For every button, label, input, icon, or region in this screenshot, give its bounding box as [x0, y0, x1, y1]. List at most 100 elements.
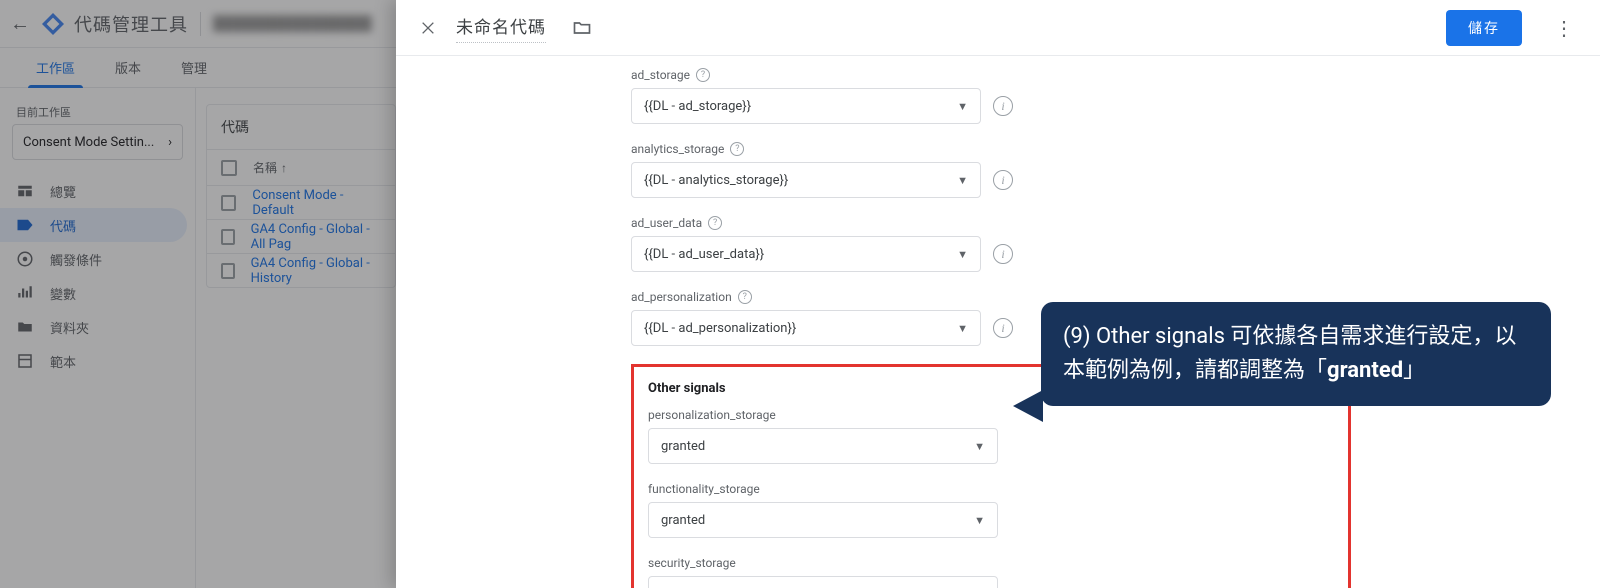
tab-versions: 版本	[95, 48, 161, 87]
checkbox-icon	[221, 160, 237, 176]
folder-icon[interactable]	[572, 18, 592, 38]
account-name-blurred: ████████████████	[213, 15, 372, 32]
select-personalization-storage[interactable]: granted ▼	[648, 428, 998, 464]
callout-text-pre: (9) Other signals 可依據各自需求進行設定，以本範例為例，請都調…	[1063, 324, 1516, 383]
workspace-selected: Consent Mode Settin...	[23, 135, 154, 150]
folder-icon	[16, 318, 34, 336]
nav-folders: 資料夾	[0, 310, 195, 344]
select-ad-personalization[interactable]: {{DL - ad_personalization}} ▼	[631, 310, 981, 346]
table-row: GA4 Config - Global - History	[207, 253, 395, 287]
tag-title-input[interactable]: 未命名代碼	[456, 13, 546, 43]
help-icon[interactable]: ?	[696, 68, 710, 82]
callout-bold: granted	[1327, 358, 1403, 383]
workspace-selector: Consent Mode Settin... ›	[12, 124, 183, 160]
nav-triggers: 觸發條件	[0, 242, 195, 276]
bg-sidebar: 目前工作區 Consent Mode Settin... › 總覽 代碼 觸發條…	[0, 88, 196, 588]
separator	[200, 12, 201, 36]
label-text: ad_personalization	[631, 290, 732, 304]
tag-icon	[16, 216, 34, 234]
chevron-down-icon: ▼	[957, 174, 968, 187]
chevron-down-icon: ▼	[957, 248, 968, 261]
nav-tags: 代碼	[0, 208, 187, 242]
field-label-functionality-storage: functionality_storage	[648, 482, 1334, 496]
app-title: 代碼管理工具	[74, 11, 188, 37]
chevron-down-icon: ▼	[974, 514, 985, 527]
card-title: 代碼	[207, 105, 395, 149]
annotation-callout: (9) Other signals 可依據各自需求進行設定，以本範例為例，請都調…	[1041, 302, 1551, 406]
panel-header: 未命名代碼 儲存 ⋮	[396, 0, 1600, 56]
bg-main: 代碼 名稱 ↑ Consent Mode - Default GA4 Confi…	[196, 88, 396, 588]
field-label-ad-storage: ad_storage ?	[631, 68, 1351, 82]
label-text: functionality_storage	[648, 482, 760, 496]
callout-tail-icon	[1013, 390, 1043, 422]
sort-asc-icon: ↑	[281, 161, 287, 175]
label-text: security_storage	[648, 556, 736, 570]
label-text: ad_storage	[631, 68, 690, 82]
callout-text-post: 」	[1403, 358, 1425, 383]
row-name: GA4 Config - Global - All Pag	[251, 222, 381, 252]
select-security-storage[interactable]: granted ▼	[648, 576, 998, 588]
bg-header: ← 代碼管理工具 ████████████████	[0, 0, 396, 48]
variable-icon	[16, 284, 34, 302]
help-icon[interactable]: ?	[708, 216, 722, 230]
nav-variables: 變數	[0, 276, 195, 310]
nav-label: 範本	[50, 352, 76, 371]
close-button[interactable]	[416, 16, 440, 40]
nav-label: 變數	[50, 284, 76, 303]
nav-label: 觸發條件	[50, 250, 102, 269]
nav-label: 代碼	[50, 216, 76, 235]
select-value: {{DL - analytics_storage}}	[644, 173, 788, 188]
chevron-down-icon: ▼	[957, 322, 968, 335]
workspace-label: 目前工作區	[0, 96, 195, 124]
nav-label: 資料夾	[50, 318, 89, 337]
label-text: analytics_storage	[631, 142, 724, 156]
field-label-security-storage: security_storage	[648, 556, 1334, 570]
chevron-down-icon: ▼	[957, 100, 968, 113]
checkbox-icon	[221, 195, 236, 211]
label-text: ad_user_data	[631, 216, 702, 230]
select-value: {{DL - ad_personalization}}	[644, 321, 796, 336]
info-icon[interactable]: i	[993, 244, 1013, 264]
gtm-workspace-dimmed: ← 代碼管理工具 ████████████████ 工作區 版本 管理 目前工作…	[0, 0, 396, 588]
field-label-personalization-storage: personalization_storage	[648, 408, 1334, 422]
select-value: {{DL - ad_storage}}	[644, 99, 751, 114]
row-name: Consent Mode - Default	[252, 188, 381, 218]
help-icon[interactable]: ?	[730, 142, 744, 156]
select-ad-user-data[interactable]: {{DL - ad_user_data}} ▼	[631, 236, 981, 272]
nav-templates: 範本	[0, 344, 195, 378]
chevron-down-icon: ▼	[974, 440, 985, 453]
tag-editor-panel: 未命名代碼 儲存 ⋮ ad_storage ? {{DL - ad_storag…	[396, 0, 1600, 588]
chevron-right-icon: ›	[168, 135, 172, 150]
gtm-logo-icon	[42, 13, 64, 35]
save-button[interactable]: 儲存	[1446, 10, 1522, 46]
nav-overview: 總覽	[0, 174, 195, 208]
select-value: granted	[661, 439, 705, 454]
label-text: personalization_storage	[648, 408, 776, 422]
col-name: 名稱	[253, 159, 277, 176]
table-header: 名稱 ↑	[207, 149, 395, 185]
tab-workspace: 工作區	[16, 48, 95, 87]
help-icon[interactable]: ?	[738, 290, 752, 304]
overview-icon	[16, 182, 34, 200]
table-row: GA4 Config - Global - All Pag	[207, 219, 395, 253]
select-value: {{DL - ad_user_data}}	[644, 247, 764, 262]
select-value: granted	[661, 513, 705, 528]
checkbox-icon	[221, 263, 235, 279]
table-row: Consent Mode - Default	[207, 185, 395, 219]
trigger-icon	[16, 250, 34, 268]
select-functionality-storage[interactable]: granted ▼	[648, 502, 998, 538]
select-analytics-storage[interactable]: {{DL - analytics_storage}} ▼	[631, 162, 981, 198]
info-icon[interactable]: i	[993, 170, 1013, 190]
more-menu-button[interactable]: ⋮	[1548, 16, 1580, 40]
info-icon[interactable]: i	[993, 96, 1013, 116]
nav-label: 總覽	[50, 182, 76, 201]
select-ad-storage[interactable]: {{DL - ad_storage}} ▼	[631, 88, 981, 124]
field-label-analytics-storage: analytics_storage ?	[631, 142, 1351, 156]
bg-tabs: 工作區 版本 管理	[0, 48, 396, 88]
info-icon[interactable]: i	[993, 318, 1013, 338]
template-icon	[16, 352, 34, 370]
tab-admin: 管理	[161, 48, 227, 87]
field-label-ad-user-data: ad_user_data ?	[631, 216, 1351, 230]
checkbox-icon	[221, 229, 235, 245]
row-name: GA4 Config - Global - History	[251, 256, 381, 286]
